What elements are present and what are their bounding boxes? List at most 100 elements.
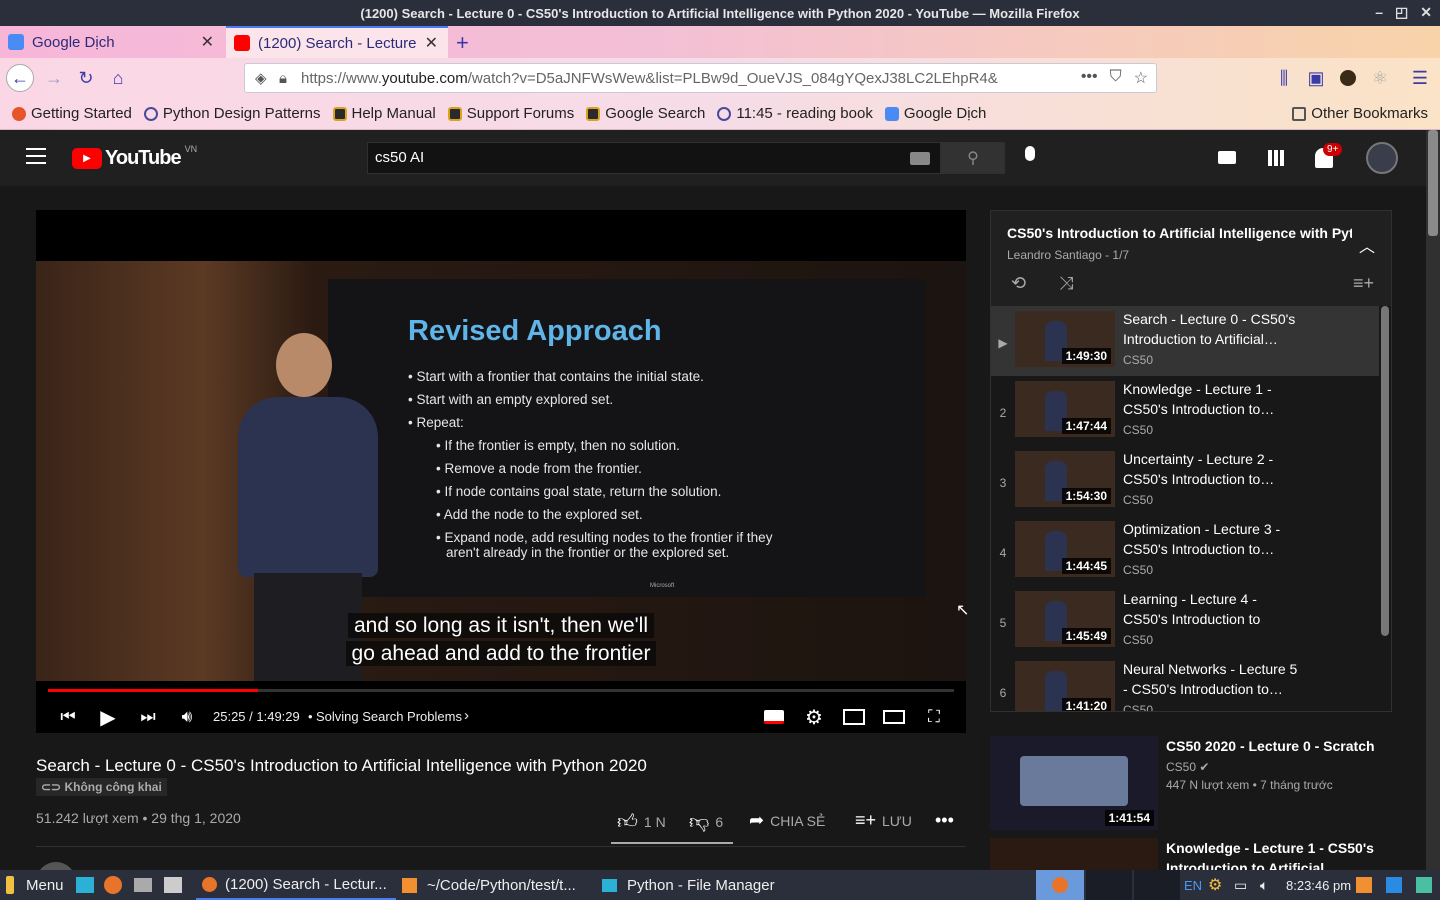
bookmark-reading-book[interactable]: 11:45 - reading book	[717, 105, 873, 122]
playlist-item-thumbnail[interactable]: 1:47:44	[1015, 381, 1115, 437]
tab-youtube[interactable]: (1200) Search - Lecture ✕	[226, 26, 448, 58]
save-button[interactable]: ≡+ LƯU	[855, 810, 912, 831]
extension-dark-icon[interactable]	[1334, 64, 1362, 92]
search-button[interactable]: ⚲	[941, 142, 1005, 174]
channel-avatar[interactable]	[36, 862, 76, 870]
account-avatar[interactable]	[1366, 142, 1398, 174]
tab-google-dich[interactable]: Google Dịch ✕	[0, 26, 224, 58]
playlist-item[interactable]: ▶ 1:49:30 Search - Lecture 0 - CS50's Intr…	[991, 306, 1379, 376]
display-icon[interactable]: ▭	[1234, 870, 1247, 900]
bookmark-star-icon[interactable]: ☆	[1134, 68, 1148, 88]
hamburger-menu-icon[interactable]: ☰	[1406, 64, 1434, 92]
tray-terminal-icon[interactable]	[1416, 870, 1432, 900]
taskbar-item-file-manager[interactable]: Python - File Manager	[598, 870, 798, 900]
keyboard-layout[interactable]: EN	[1184, 870, 1202, 900]
minimize-icon[interactable]: –	[1375, 4, 1383, 21]
recommended-video[interactable]: 1:41:54 CS50 2020 - Lecture 0 - Scratch …	[990, 736, 1390, 830]
create-video-icon[interactable]	[1218, 151, 1236, 164]
previous-icon[interactable]: ⏮	[56, 706, 80, 728]
loop-icon[interactable]: ⟲	[1011, 273, 1026, 294]
video-player[interactable]: Revised Approach • Start with a frontier…	[36, 210, 966, 733]
keyboard-icon[interactable]	[910, 152, 930, 165]
playlist-item-title[interactable]: Neural Networks - Lecture 5 - CS50's Int…	[1123, 659, 1303, 699]
chevron-right-icon[interactable]: ›	[464, 707, 469, 724]
library-icon[interactable]: ⫼	[1270, 64, 1298, 92]
search-input[interactable]: cs50 AI	[367, 142, 941, 174]
miniplayer-icon[interactable]	[842, 706, 866, 728]
home-icon[interactable]: ⌂	[104, 64, 132, 92]
workspace-2[interactable]	[1086, 870, 1132, 900]
launcher-files-icon[interactable]	[76, 870, 94, 900]
workspace-3[interactable]	[1134, 870, 1180, 900]
dislike-button[interactable]: 👎︎ 6	[689, 810, 723, 834]
recommended-thumbnail[interactable]	[990, 838, 1158, 870]
volume-tray-icon[interactable]: 🔈︎	[1260, 870, 1268, 900]
play-icon[interactable]: ▶	[96, 706, 120, 729]
clock[interactable]: 8:23:46 pm	[1286, 870, 1351, 900]
workspace-1[interactable]	[1036, 870, 1084, 900]
shuffle-icon[interactable]: ⤨	[1059, 273, 1073, 294]
sidebar-icon[interactable]: ▣	[1302, 64, 1330, 92]
playlist-item[interactable]: 3 1:54:30 Uncertainty - Lecture 2 - CS50's…	[991, 446, 1379, 516]
launcher-folder-icon[interactable]	[134, 870, 152, 900]
playlist-item[interactable]: 4 1:44:45 Optimization - Lecture 3 - CS50'…	[991, 516, 1379, 586]
recommended-thumbnail[interactable]: 1:41:54	[990, 736, 1158, 830]
close-tab-icon[interactable]: ✕	[201, 32, 214, 52]
playlist-item-thumbnail[interactable]: 1:41:20	[1015, 661, 1115, 711]
bookmark-google-dich[interactable]: Google Dịch	[884, 105, 986, 122]
pocket-icon[interactable]: ⛉	[1110, 68, 1122, 88]
playlist-menu-icon[interactable]: ≡+	[1353, 273, 1374, 294]
theater-mode-icon[interactable]	[882, 706, 906, 728]
bookmark-support-forums[interactable]: Support Forums	[447, 105, 574, 122]
tray-sublime-icon[interactable]	[1356, 870, 1372, 900]
page-scrollbar[interactable]	[1426, 130, 1440, 870]
recommended-title[interactable]: CS50 2020 - Lecture 0 - Scratch	[1166, 736, 1376, 756]
like-button[interactable]: 👍︎ 1 N	[617, 810, 666, 834]
playlist-item-title[interactable]: Uncertainty - Lecture 2 - CS50's Introdu…	[1123, 449, 1303, 489]
subtitles-icon[interactable]	[762, 706, 786, 728]
start-menu[interactable]: Menu	[6, 870, 64, 900]
taskbar-item-sublime[interactable]: ~/Code/Python/test/t...	[398, 870, 594, 900]
taskbar-item-firefox[interactable]: (1200) Search - Lectur...	[196, 870, 396, 900]
more-actions-icon[interactable]: •••	[1081, 68, 1098, 88]
bookmark-help-manual[interactable]: Help Manual	[332, 105, 436, 122]
playlist-item[interactable]: 6 1:41:20 Neural Networks - Lecture 5 - CS…	[991, 656, 1379, 711]
volume-icon[interactable]: 🔊︎	[175, 706, 199, 728]
extension-react-icon[interactable]: ⚛	[1366, 64, 1394, 92]
next-icon[interactable]: ⏭	[136, 706, 160, 728]
back-icon[interactable]: ←	[6, 64, 34, 92]
url-bar[interactable]: ◈ 🔒︎ https://www. youtube.com/watch?v=D5a…	[244, 63, 1157, 93]
maximize-icon[interactable]: ◰	[1395, 4, 1408, 21]
close-tab-icon[interactable]: ✕	[425, 33, 438, 53]
lock-icon[interactable]: 🔒︎	[279, 70, 287, 87]
more-options-icon[interactable]: •••	[935, 810, 954, 831]
playlist-item-title[interactable]: Search - Lecture 0 - CS50's Introduction…	[1123, 309, 1303, 349]
playlist-item-title[interactable]: Optimization - Lecture 3 - CS50's Introd…	[1123, 519, 1303, 559]
settings-gear-icon[interactable]: ⚙	[802, 706, 826, 729]
chapter-title[interactable]: Solving Search Problems	[316, 709, 462, 724]
playlist-item-thumbnail[interactable]: 1:54:30	[1015, 451, 1115, 507]
apps-grid-icon[interactable]	[1268, 150, 1284, 166]
close-window-icon[interactable]: ✕	[1420, 4, 1432, 21]
youtube-logo[interactable]: ▶ YouTube VN	[72, 144, 197, 170]
playlist-item-title[interactable]: Knowledge - Lecture 1 - CS50's Introduct…	[1123, 379, 1303, 419]
recommended-title[interactable]: Knowledge - Lecture 1 - CS50's Introduct…	[1166, 838, 1378, 870]
forward-icon[interactable]: →	[40, 64, 68, 92]
collapse-chevron-icon[interactable]: ︿	[1359, 233, 1375, 257]
guide-menu-icon[interactable]	[26, 148, 46, 164]
playlist-item-thumbnail[interactable]: 1:45:49	[1015, 591, 1115, 647]
bookmark-google-search[interactable]: Google Search	[586, 105, 705, 122]
progress-bar[interactable]	[48, 689, 954, 692]
voice-search-icon[interactable]	[1021, 146, 1039, 170]
bookmark-python-design-patterns[interactable]: Python Design Patterns	[143, 105, 321, 122]
bookmark-getting-started[interactable]: Getting Started	[12, 105, 132, 122]
reload-icon[interactable]: ↻	[72, 64, 100, 92]
share-button[interactable]: ➦ CHIA SẺ	[749, 810, 825, 831]
launcher-terminal-icon[interactable]	[164, 870, 182, 900]
recommended-channel[interactable]: CS50	[1166, 760, 1196, 774]
other-bookmarks[interactable]: Other Bookmarks	[1292, 105, 1428, 122]
playlist-item-title[interactable]: Learning - Lecture 4 - CS50's Introducti…	[1123, 589, 1303, 629]
recommended-video[interactable]: Knowledge - Lecture 1 - CS50's Introduct…	[990, 838, 1390, 870]
scrollbar-thumb[interactable]	[1428, 130, 1438, 236]
new-tab-icon[interactable]: +	[456, 30, 469, 56]
